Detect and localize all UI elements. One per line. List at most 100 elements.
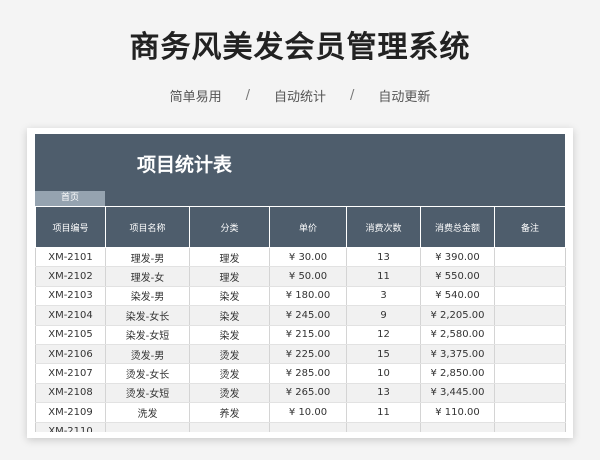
cell-id[interactable]: XM-2104 [35,305,106,326]
table-header-row: 项目编号 项目名称 分类 单价 消费次数 消费总金额 备注 [35,206,566,248]
cell-count[interactable]: 12 [346,325,421,345]
tag-separator: / [245,88,250,103]
cell-note[interactable] [494,286,566,307]
cell-total[interactable]: ¥ 2,580.00 [420,325,495,345]
cell-name[interactable]: 理发-男 [105,247,190,268]
cell-count[interactable]: 9 [346,305,421,326]
cell-count[interactable] [346,422,421,432]
cell-price[interactable]: ¥ 10.00 [269,402,347,423]
column-header[interactable]: 消费次数 [346,206,421,248]
cell-note[interactable] [494,422,566,432]
cell-note[interactable] [494,266,566,287]
cell-id[interactable]: XM-2105 [35,325,106,345]
cell-category[interactable]: 染发 [189,305,270,326]
cell-name[interactable]: 理发-女 [105,266,190,287]
table-row: XM-2109 洗发 养发 ¥ 10.00 11 ¥ 110.00 [35,402,566,423]
cell-category[interactable]: 养发 [189,402,270,423]
cell-category[interactable]: 烫发 [189,344,270,365]
cell-category[interactable]: 烫发 [189,383,270,404]
table-row: XM-2106 烫发-男 烫发 ¥ 225.00 15 ¥ 3,375.00 [35,344,566,365]
cell-total[interactable] [420,422,495,432]
cell-price[interactable]: ¥ 265.00 [269,383,347,404]
cell-category[interactable]: 染发 [189,286,270,307]
cell-price[interactable]: ¥ 245.00 [269,305,347,326]
cell-name[interactable]: 烫发-女长 [105,363,190,384]
cell-name[interactable]: 染发-男 [105,286,190,307]
table-row: XM-2107 烫发-女长 烫发 ¥ 285.00 10 ¥ 2,850.00 [35,363,566,384]
cell-id[interactable]: XM-2110 [35,422,106,432]
home-tab-button[interactable]: 首页 [35,191,105,206]
cell-note[interactable] [494,363,566,384]
column-header[interactable]: 项目名称 [105,206,190,248]
cell-category[interactable]: 烫发 [189,363,270,384]
feature-tag: 自动统计 [273,90,326,105]
table-row: XM-2110 [35,422,566,432]
table-row: XM-2108 烫发-女短 烫发 ¥ 265.00 13 ¥ 3,445.00 [35,383,566,404]
tag-separator: / [350,88,355,103]
cell-count[interactable]: 3 [346,286,421,307]
cell-total[interactable]: ¥ 390.00 [420,247,495,268]
spreadsheet-card: 项目统计表 首页 项目编号 项目名称 分类 单价 消费次数 消费总金额 备注 X… [27,128,573,438]
table-viewport[interactable]: 项目编号 项目名称 分类 单价 消费次数 消费总金额 备注 XM-2101 理发-… [35,206,566,432]
column-header[interactable]: 分类 [189,206,270,248]
feature-tag: 自动更新 [378,90,431,105]
cell-count[interactable]: 13 [346,247,421,268]
cell-name[interactable] [105,422,190,432]
feature-tags: 简单易用 / 自动统计 / 自动更新 [0,86,600,105]
cell-total[interactable]: ¥ 3,375.00 [420,344,495,365]
cell-price[interactable]: ¥ 180.00 [269,286,347,307]
cell-note[interactable] [494,325,566,345]
cell-id[interactable]: XM-2108 [35,383,106,404]
page-title: 商务风美发会员管理系统 [129,30,471,65]
cell-total[interactable]: ¥ 2,850.00 [420,363,495,384]
cell-count[interactable]: 10 [346,363,421,384]
cell-total[interactable]: ¥ 110.00 [420,402,495,423]
cell-category[interactable]: 染发 [189,325,270,345]
column-header[interactable]: 项目编号 [35,206,106,248]
cell-name[interactable]: 烫发-男 [105,344,190,365]
cell-category[interactable]: 理发 [189,266,270,287]
cell-note[interactable] [494,383,566,404]
cell-price[interactable]: ¥ 225.00 [269,344,347,365]
cell-id[interactable]: XM-2102 [35,266,106,287]
cell-total[interactable]: ¥ 2,205.00 [420,305,495,326]
table-row: XM-2101 理发-男 理发 ¥ 30.00 13 ¥ 390.00 [35,247,566,268]
cell-category[interactable]: 理发 [189,247,270,268]
column-header[interactable]: 单价 [269,206,347,248]
cell-price[interactable]: ¥ 30.00 [269,247,347,268]
cell-id[interactable]: XM-2107 [35,363,106,384]
cell-note[interactable] [494,305,566,326]
cell-note[interactable] [494,344,566,365]
cell-note[interactable] [494,247,566,268]
feature-tag: 简单易用 [169,90,222,105]
cell-name[interactable]: 烫发-女短 [105,383,190,404]
cell-id[interactable]: XM-2109 [35,402,106,423]
cell-total[interactable]: ¥ 540.00 [420,286,495,307]
cell-total[interactable]: ¥ 550.00 [420,266,495,287]
column-header[interactable]: 备注 [494,206,566,248]
cell-category[interactable] [189,422,270,432]
table-row: XM-2102 理发-女 理发 ¥ 50.00 11 ¥ 550.00 [35,266,566,287]
cell-price[interactable]: ¥ 50.00 [269,266,347,287]
cell-id[interactable]: XM-2103 [35,286,106,307]
cell-total[interactable]: ¥ 3,445.00 [420,383,495,404]
project-stats-table: 项目编号 项目名称 分类 单价 消费次数 消费总金额 备注 XM-2101 理发-… [35,206,566,432]
cell-id[interactable]: XM-2106 [35,344,106,365]
table-row: XM-2104 染发-女长 染发 ¥ 245.00 9 ¥ 2,205.00 [35,305,566,326]
cell-count[interactable]: 11 [346,402,421,423]
table-row: XM-2103 染发-男 染发 ¥ 180.00 3 ¥ 540.00 [35,286,566,307]
cell-id[interactable]: XM-2101 [35,247,106,268]
cell-name[interactable]: 洗发 [105,402,190,423]
column-header[interactable]: 消费总金额 [420,206,495,248]
cell-count[interactable]: 11 [346,266,421,287]
cell-name[interactable]: 染发-女长 [105,305,190,326]
cell-count[interactable]: 13 [346,383,421,404]
cell-price[interactable]: ¥ 285.00 [269,363,347,384]
cell-name[interactable]: 染发-女短 [105,325,190,345]
cell-count[interactable]: 15 [346,344,421,365]
table-row: XM-2105 染发-女短 染发 ¥ 215.00 12 ¥ 2,580.00 [35,325,566,345]
cell-note[interactable] [494,402,566,423]
cell-price[interactable]: ¥ 215.00 [269,325,347,345]
cell-price[interactable] [269,422,347,432]
sheet-title: 项目统计表 [137,154,233,176]
